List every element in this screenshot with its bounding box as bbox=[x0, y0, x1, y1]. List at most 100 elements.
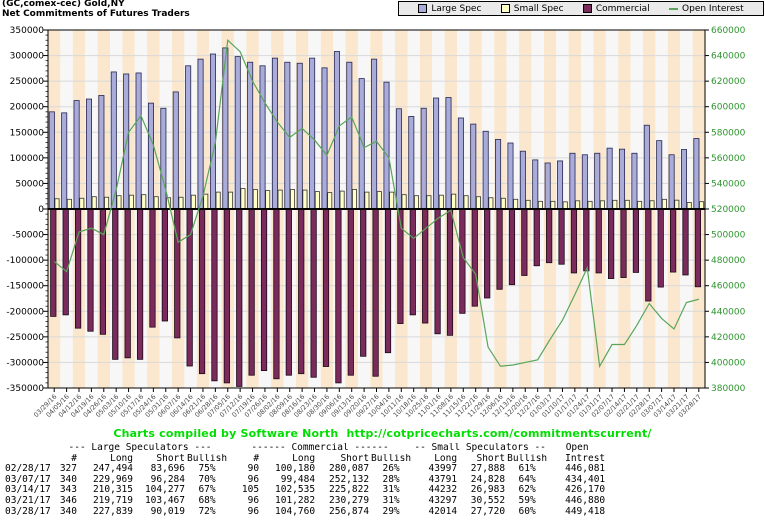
large-spec-bar bbox=[297, 63, 302, 209]
large-spec-bar bbox=[235, 57, 240, 209]
table-column-header: Long bbox=[260, 454, 316, 465]
table-value-cell: 43997 bbox=[412, 464, 458, 475]
table-value-cell: 103,467 bbox=[134, 496, 186, 507]
table-row: 03/14/17343210,315104,27767%105102,53522… bbox=[4, 485, 606, 496]
legend-label: Large Spec bbox=[431, 4, 481, 14]
large-spec-bar bbox=[49, 112, 54, 209]
y-axis-label-left: -150000 bbox=[6, 282, 44, 292]
table-value-cell: 68% bbox=[186, 496, 228, 507]
table-column-header: Short bbox=[134, 454, 186, 465]
table-row: 02/28/17327247,49483,69675%90100,180280,… bbox=[4, 464, 606, 475]
commercial-bar bbox=[559, 209, 564, 264]
table-value-cell: 100,180 bbox=[260, 464, 316, 475]
commercial-bar bbox=[460, 209, 465, 313]
large-spec-bar bbox=[421, 108, 426, 209]
small-spec-bar bbox=[340, 191, 344, 209]
commercial-bar bbox=[608, 209, 613, 279]
y-axis-label-left: -50000 bbox=[12, 231, 44, 241]
large-spec-bar bbox=[681, 150, 686, 209]
table-value-cell: 43791 bbox=[412, 475, 458, 486]
footer-credit: Charts compiled by Software North http:/… bbox=[0, 427, 765, 440]
large-spec-bar bbox=[384, 82, 389, 209]
commercial-bar bbox=[670, 209, 675, 272]
table-value-cell: 59% bbox=[506, 496, 548, 507]
table-value-cell: 70% bbox=[186, 475, 228, 486]
large-spec-bar bbox=[657, 141, 662, 209]
y-axis-label-left: 300000 bbox=[10, 52, 45, 62]
table-value-cell: 43297 bbox=[412, 496, 458, 507]
table-value-cell: 29% bbox=[370, 507, 412, 518]
large-spec-bar bbox=[495, 139, 500, 209]
footer-link[interactable]: http://cotpricecharts.com/commitmentscur… bbox=[347, 427, 652, 440]
table-column-header: # bbox=[52, 454, 78, 465]
large-spec-bar bbox=[161, 108, 166, 209]
table-value-cell: 30,552 bbox=[458, 496, 506, 507]
small-spec-bar bbox=[377, 192, 381, 209]
large-spec-bar bbox=[582, 155, 587, 209]
table-value-cell: 42014 bbox=[412, 507, 458, 518]
commercial-bar bbox=[88, 209, 93, 331]
small-spec-bar bbox=[179, 197, 183, 209]
y-axis-label-left: -200000 bbox=[6, 307, 44, 317]
cot-table: --- Large Speculators --------- Commerci… bbox=[4, 443, 606, 517]
y-axis-label-left: 150000 bbox=[10, 128, 45, 138]
table-group-header-row: --- Large Speculators --------- Commerci… bbox=[4, 443, 606, 454]
table-value-cell: 256,874 bbox=[316, 507, 370, 518]
legend-item-small-spec: Small Spec bbox=[501, 4, 564, 14]
small-spec-bar bbox=[638, 201, 642, 209]
table-column-header bbox=[4, 454, 52, 465]
table-value-cell: 24,828 bbox=[458, 475, 506, 486]
table-value-cell: 340 bbox=[52, 507, 78, 518]
table-column-header: Bullish bbox=[370, 454, 412, 465]
large-spec-bar bbox=[396, 109, 401, 209]
commercial-bar bbox=[484, 209, 489, 298]
small-spec-bar bbox=[92, 197, 96, 209]
small-spec-bar bbox=[328, 193, 332, 209]
small-spec-bar bbox=[551, 201, 555, 209]
commercial-swatch-icon bbox=[583, 4, 592, 13]
small-spec-bar bbox=[278, 190, 282, 209]
small-spec-bar bbox=[67, 199, 71, 209]
table-group-header: --- Large Speculators --- bbox=[52, 443, 228, 454]
y-axis-label-right: 480000 bbox=[711, 256, 746, 266]
commercial-bar bbox=[249, 209, 254, 375]
small-spec-bar bbox=[414, 196, 418, 209]
commercial-bar bbox=[137, 209, 142, 359]
large-spec-bar bbox=[148, 103, 153, 209]
large-spec-bar bbox=[533, 160, 538, 209]
y-axis-label-left: 50000 bbox=[15, 179, 44, 189]
commercial-bar bbox=[261, 209, 266, 371]
small-spec-bar bbox=[191, 195, 195, 209]
table-value-cell: 219,719 bbox=[78, 496, 134, 507]
small-spec-bar bbox=[464, 196, 468, 209]
table-row: 03/28/17340227,83990,01972%96104,760256,… bbox=[4, 507, 606, 518]
table-column-header: Bullish bbox=[506, 454, 548, 465]
y-axis-label-left: -300000 bbox=[6, 358, 44, 368]
large-spec-bar bbox=[446, 98, 451, 209]
large-spec-bar bbox=[347, 62, 352, 209]
commercial-bar bbox=[348, 209, 353, 375]
open-interest-swatch-icon bbox=[669, 8, 678, 10]
small-spec-bar bbox=[650, 201, 654, 209]
chart-title-line2: Net Commitments of Futures Traders bbox=[2, 10, 190, 20]
y-axis-label-right: 520000 bbox=[711, 205, 746, 215]
table-column-header: Bullish bbox=[186, 454, 228, 465]
commercial-bar bbox=[286, 209, 291, 375]
commercial-bar bbox=[274, 209, 279, 379]
small-spec-bar bbox=[538, 201, 542, 209]
small-spec-bar bbox=[402, 195, 406, 209]
table-value-cell: 227,839 bbox=[78, 507, 134, 518]
large-spec-bar bbox=[607, 148, 612, 209]
large-spec-bar bbox=[260, 66, 265, 209]
large-spec-bar bbox=[520, 151, 525, 209]
commercial-bar bbox=[509, 209, 514, 285]
large-spec-bar bbox=[186, 66, 191, 209]
commercial-bar bbox=[472, 209, 477, 306]
commercial-bar bbox=[534, 209, 539, 266]
y-axis-label-left: -350000 bbox=[6, 384, 44, 394]
large-spec-bar bbox=[545, 163, 550, 209]
table-value-cell: 72% bbox=[186, 507, 228, 518]
small-spec-bar bbox=[241, 189, 245, 209]
table-column-header: Intrest bbox=[548, 454, 606, 465]
y-axis-label-right: 560000 bbox=[711, 154, 746, 164]
